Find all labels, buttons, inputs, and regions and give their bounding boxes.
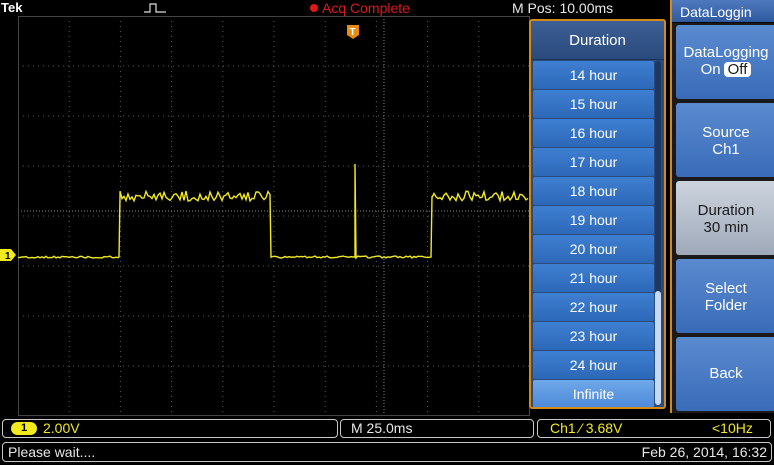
channel-badge: 1	[11, 422, 37, 435]
channel-readout[interactable]: 1 2.00V	[2, 419, 338, 438]
duration-list: 14 hour 15 hour 16 hour 17 hour 18 hour 19 ho…	[531, 61, 664, 408]
status-message-box: Please wait.... Feb 26, 2014, 16:32	[2, 442, 772, 462]
duration-option[interactable]: Infinite	[533, 380, 654, 408]
timebase-readout[interactable]: M 25.0ms	[340, 419, 534, 438]
datalogging-label: DataLogging	[676, 44, 774, 61]
waveform-display[interactable]	[18, 16, 530, 416]
duration-option[interactable]: 22 hour	[533, 293, 654, 321]
popup-title: Duration	[531, 21, 664, 60]
timebase-value: M 25.0ms	[351, 420, 412, 436]
channel-volts-div: 2.00V	[43, 420, 80, 437]
duration-option[interactable]: 20 hour	[533, 235, 654, 263]
folder-label: Folder	[676, 297, 774, 314]
datalogging-toggle-button[interactable]: DataLogging On Off	[676, 25, 774, 99]
trigger-pulse-icon	[144, 3, 166, 13]
side-menu: DataLoggin DataLogging On Off Source Ch1 …	[670, 0, 774, 413]
select-folder-button[interactable]: Select Folder	[676, 259, 774, 333]
duration-option[interactable]: 24 hour	[533, 351, 654, 379]
duration-option[interactable]: 19 hour	[533, 206, 654, 234]
trigger-info: Ch1 ⁄ 3.68V	[550, 420, 622, 436]
popup-scrollbar-thumb[interactable]	[655, 291, 661, 405]
duration-option[interactable]: 14 hour	[533, 61, 654, 89]
duration-option[interactable]: 16 hour	[533, 119, 654, 147]
duration-label: Duration	[676, 202, 774, 219]
source-button[interactable]: Source Ch1	[676, 103, 774, 177]
datalogging-off-label: Off	[724, 62, 752, 77]
ch1-ground-marker-icon[interactable]: 1	[0, 249, 16, 261]
duration-option[interactable]: 21 hour	[533, 264, 654, 292]
back-label: Back	[676, 365, 774, 382]
duration-popup-menu[interactable]: Duration 14 hour 15 hour 16 hour 17 hour 18 …	[529, 19, 666, 409]
top-status-bar: Tek Acq Complete M Pos: 10.00ms	[0, 0, 672, 16]
side-menu-title: DataLoggin	[672, 0, 774, 23]
source-label: Source	[676, 124, 774, 141]
message-bar: Please wait.... Feb 26, 2014, 16:32	[0, 441, 774, 465]
duration-button[interactable]: Duration 30 min	[676, 181, 774, 255]
status-datetime: Feb 26, 2014, 16:32	[642, 443, 767, 461]
source-value: Ch1	[676, 141, 774, 158]
acq-status-label: Acq Complete	[322, 0, 410, 16]
horizontal-position-readout: M Pos: 10.00ms	[512, 0, 613, 16]
select-label: Select	[676, 280, 774, 297]
duration-value: 30 min	[676, 219, 774, 236]
duration-option[interactable]: 17 hour	[533, 148, 654, 176]
duration-option[interactable]: 18 hour	[533, 177, 654, 205]
trigger-frequency: <10Hz	[712, 420, 753, 437]
datalogging-on-label: On	[701, 61, 721, 78]
trigger-marker-label: T	[350, 27, 356, 38]
readout-bar: 1 2.00V M 25.0ms Ch1 ⁄ 3.68V <10Hz	[0, 418, 774, 439]
acq-status-dot-icon	[310, 4, 318, 12]
popup-scrollbar[interactable]	[655, 61, 661, 405]
acquisition-status: Acq Complete	[310, 0, 410, 16]
brand-label: Tek	[1, 0, 22, 15]
back-button[interactable]: Back	[676, 337, 774, 411]
trigger-readout[interactable]: Ch1 ⁄ 3.68V <10Hz	[537, 419, 771, 438]
duration-option[interactable]: 15 hour	[533, 90, 654, 118]
ch1-marker-label: 1	[5, 251, 11, 261]
trigger-position-marker-icon[interactable]: T	[346, 24, 360, 40]
status-message: Please wait....	[8, 443, 95, 461]
graticule	[18, 16, 530, 416]
duration-option[interactable]: 23 hour	[533, 322, 654, 350]
